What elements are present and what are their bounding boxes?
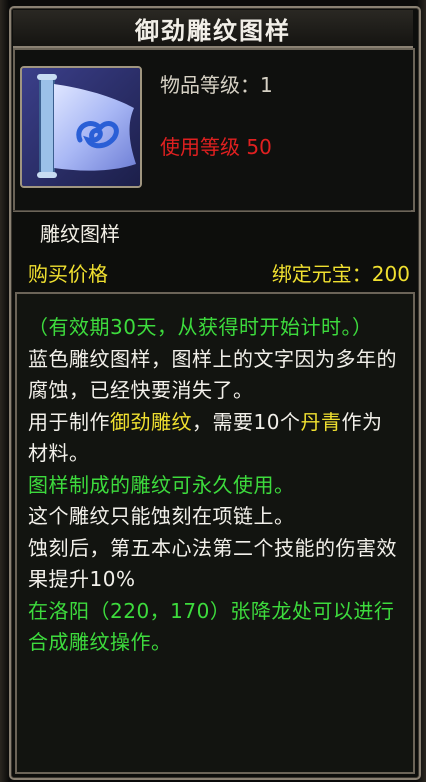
lore-text: 蓝色雕纹图样，图样上的文字因为多年的腐蚀，已经快要消失了。 xyxy=(28,346,397,403)
scroll-icon xyxy=(20,66,142,188)
slot-text: 这个雕纹只能蚀刻在项链上。 xyxy=(28,504,295,528)
usage-material: 丹青 xyxy=(300,409,342,434)
use-level: 使用等级 50 xyxy=(160,135,272,159)
permanent-text: 图样制成的雕纹可永久使用。 xyxy=(28,472,295,497)
usage-item: 御劲雕纹 xyxy=(110,409,192,434)
effect-text: 蚀刻后，第五本心法第二个技能的伤害效果提升10% xyxy=(28,535,397,592)
description-text: （有效期30天，从获得时开始计时。） 蓝色雕纹图样，图样上的文字因为多年的腐蚀，… xyxy=(28,312,400,659)
item-title: 御劲雕纹图样 xyxy=(13,10,413,48)
item-level: 物品等级：1 xyxy=(160,73,273,97)
usage-text: 用于制作御劲雕纹，需要10个丹青作为材料。 xyxy=(28,409,383,466)
location-text: 在洛阳（220，170）张降龙处可以进行合成雕纹操作。 xyxy=(28,598,395,655)
validity-text: （有效期30天，从获得时开始计时。） xyxy=(28,315,373,339)
price-value: 绑定元宝：200 xyxy=(271,262,410,286)
price-label: 购买价格 xyxy=(28,262,108,286)
left-edge xyxy=(0,0,9,782)
item-category: 雕纹图样 xyxy=(40,222,120,246)
divider xyxy=(13,210,411,211)
